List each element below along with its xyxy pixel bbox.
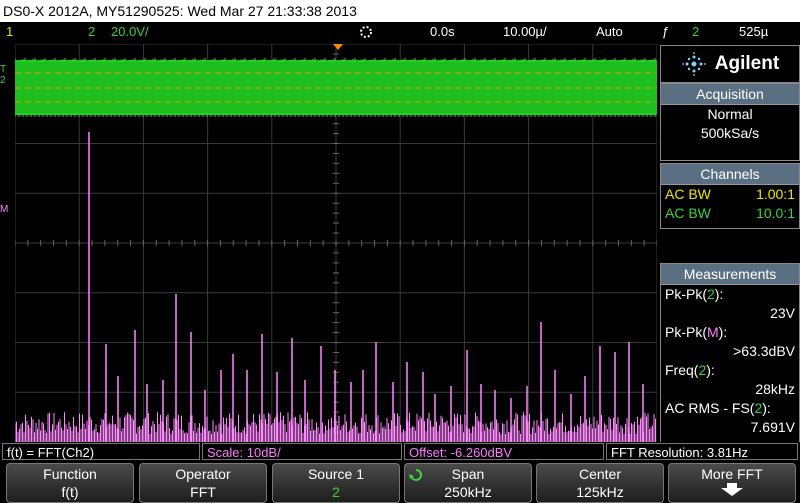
source1-softkey-title: Source 1 bbox=[307, 466, 365, 482]
more-fft-softkey[interactable]: More FFT bbox=[668, 463, 796, 503]
span-softkey-value: 250kHz bbox=[444, 484, 492, 500]
center-softkey[interactable]: Center 125kHz bbox=[536, 463, 664, 503]
channel-2-probe: 10.0:1 bbox=[756, 205, 795, 221]
channel-2-row: AC BW 10.0:1 bbox=[661, 204, 799, 223]
source1-softkey[interactable]: Source 1 2 bbox=[272, 463, 400, 503]
acquisition-mode: Normal bbox=[707, 106, 753, 122]
ch2-scale: 20.0V/ bbox=[111, 24, 149, 39]
ch2-ground-marker[interactable]: T 2 bbox=[0, 64, 14, 86]
acquisition-header: Acquisition bbox=[661, 84, 799, 105]
channel-1-coupling: AC BW bbox=[665, 186, 711, 202]
brand-name: Agilent bbox=[714, 53, 780, 74]
channel-1-probe: 1.00:1 bbox=[756, 186, 795, 202]
span-softkey-title: Span bbox=[451, 466, 485, 482]
operator-softkey-value: FFT bbox=[190, 484, 216, 500]
measurement-2-value: >63.3dBV bbox=[733, 343, 795, 359]
trigger-icon bbox=[358, 24, 374, 46]
ch2-indicator[interactable]: 2 bbox=[88, 22, 95, 42]
window-title: DS0-X 2012A, MY51290525: Wed Mar 27 21:3… bbox=[0, 0, 800, 22]
delay-readout: 0.0s bbox=[430, 24, 455, 39]
function-softkey-value: f(t) bbox=[61, 484, 79, 500]
softkey-bar: Function f(t) Operator FFT Source 1 2 Sp… bbox=[0, 462, 800, 503]
measurement-1-value: 23V bbox=[770, 305, 795, 321]
ch1-indicator[interactable]: 1 bbox=[6, 22, 13, 42]
fft-scale-label[interactable]: Scale: 10dB/ bbox=[202, 443, 402, 460]
operator-softkey-title: Operator bbox=[175, 466, 231, 482]
measurements-header: Measurements bbox=[661, 264, 799, 285]
measurements-box[interactable]: Measurements Pk-Pk(2): 23V Pk-Pk(M): >63… bbox=[660, 263, 800, 444]
brand-box: Agilent bbox=[660, 45, 800, 83]
channels-box[interactable]: Channels AC BW 1.00:1 AC BW 10.0:1 bbox=[660, 163, 800, 229]
channels-header: Channels bbox=[661, 164, 799, 185]
channel-2-coupling: AC BW bbox=[665, 205, 711, 221]
fft-resolution-label: FFT Resolution: 3.81Hz bbox=[606, 443, 798, 460]
trigger-source: 2 bbox=[692, 24, 700, 39]
agilent-logo-icon bbox=[681, 52, 706, 76]
measurement-4-label: AC RMS - FS(2): bbox=[665, 400, 771, 416]
acquisition-box[interactable]: Acquisition Normal 500kSa/s bbox=[660, 83, 800, 161]
ch2-trigger-label: T bbox=[0, 64, 7, 75]
more-fft-down-arrow-icon bbox=[669, 483, 795, 501]
measurement-3-label: Freq(2): bbox=[665, 362, 715, 378]
measurement-1-label: Pk-Pk(2): bbox=[665, 286, 724, 302]
measurement-4-value: 7.691V bbox=[750, 419, 795, 435]
rotate-knob-icon bbox=[409, 468, 423, 481]
status-bar: 1 2 20.0V/ 0.0s 10.00µ/ Auto ƒ 2 525µ bbox=[0, 22, 800, 42]
ch2-waveform bbox=[15, 58, 657, 117]
waveform-display[interactable] bbox=[15, 44, 657, 442]
timebase-readout: 10.00µ/ bbox=[503, 24, 547, 39]
side-panel: Agilent Acquisition Normal 500kSa/s Chan… bbox=[660, 42, 800, 444]
trigger-mode: Auto bbox=[596, 24, 623, 39]
math-info-row: f(t) = FFT(Ch2) Scale: 10dB/ Offset: -6.… bbox=[0, 442, 800, 462]
more-fft-softkey-title: More FFT bbox=[701, 466, 763, 482]
span-softkey[interactable]: Span 250kHz bbox=[404, 463, 532, 503]
math-marker[interactable]: M bbox=[0, 204, 14, 215]
function-softkey-title: Function bbox=[43, 466, 97, 482]
center-softkey-value: 125kHz bbox=[576, 484, 624, 500]
function-softkey[interactable]: Function f(t) bbox=[6, 463, 134, 503]
channel-1-row: AC BW 1.00:1 bbox=[661, 185, 799, 204]
center-softkey-title: Center bbox=[578, 466, 622, 482]
trigger-level: 525µ bbox=[739, 24, 769, 39]
source1-softkey-value: 2 bbox=[332, 484, 340, 500]
fft-offset-label[interactable]: Offset: -6.260dBV bbox=[404, 443, 604, 460]
ch2-marker-label: 2 bbox=[0, 75, 6, 86]
measurement-2-label: Pk-Pk(M): bbox=[665, 324, 728, 340]
trigger-slope-icon: ƒ bbox=[662, 24, 670, 39]
sample-rate: 500kSa/s bbox=[700, 125, 760, 141]
fft-function-label: f(t) = FFT(Ch2) bbox=[2, 443, 200, 460]
measurement-3-value: 28kHz bbox=[755, 381, 795, 397]
operator-softkey[interactable]: Operator FFT bbox=[139, 463, 267, 503]
